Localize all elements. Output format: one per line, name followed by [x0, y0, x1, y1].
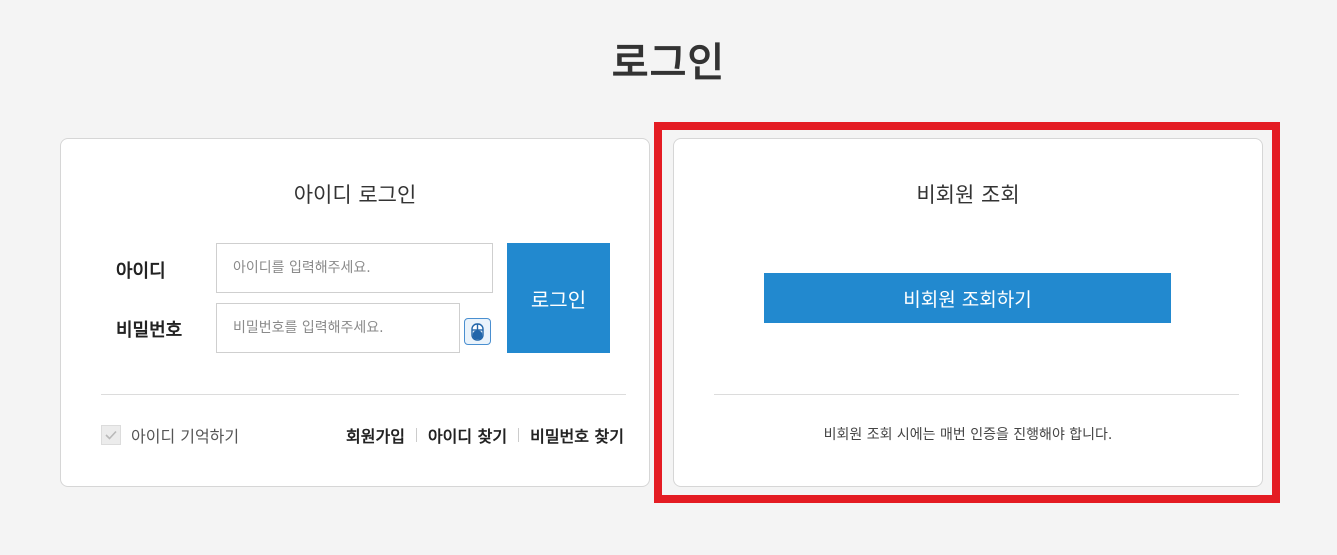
- password-input[interactable]: [216, 303, 460, 353]
- page-title: 로그인: [611, 40, 726, 86]
- find-id-link[interactable]: 아이디 찾기: [428, 423, 507, 447]
- id-label: 아이디: [116, 261, 166, 282]
- highlight-box: [654, 122, 1280, 503]
- signup-link[interactable]: 회원가입: [346, 423, 405, 447]
- account-links: 회원가입 아이디 찾기 비밀번호 찾기: [346, 423, 624, 447]
- mouse-icon: [471, 322, 484, 341]
- login-button[interactable]: 로그인: [507, 243, 610, 353]
- remember-id[interactable]: 아이디 기억하기: [101, 423, 239, 447]
- link-separator: [518, 428, 520, 442]
- id-login-card: 아이디 로그인 아이디 비밀번호 로그인 아이디 기억하기 회원가입 아이디 찾…: [60, 138, 650, 487]
- login-divider: [101, 394, 626, 395]
- id-input[interactable]: [216, 243, 493, 293]
- remember-id-checkbox[interactable]: [101, 425, 121, 445]
- virtual-keyboard-mouse-icon[interactable]: [464, 318, 491, 345]
- link-separator: [415, 428, 417, 442]
- find-password-link[interactable]: 비밀번호 찾기: [530, 423, 624, 447]
- password-label: 비밀번호: [116, 320, 183, 341]
- id-login-title: 아이디 로그인: [293, 183, 417, 207]
- check-icon: [105, 430, 117, 440]
- remember-id-label: 아이디 기억하기: [131, 427, 240, 446]
